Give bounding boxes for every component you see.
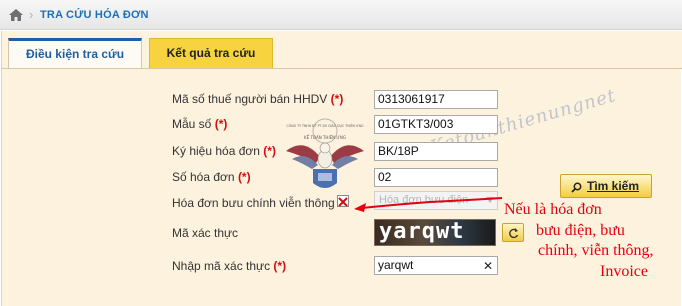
invoice-number-label-text: Số hóa đơn <box>172 170 235 184</box>
required-mark: (*) <box>330 92 344 106</box>
invoice-number-input[interactable]: 02 <box>374 168 498 187</box>
tab-search-results[interactable]: Kết quả tra cứu <box>149 38 273 69</box>
annotation-line-2: bưu điện, bưu <box>536 222 625 239</box>
annotation-arrow-icon <box>354 197 503 212</box>
serial-input[interactable]: BK/18P <box>374 142 498 161</box>
annotation-line-3: chính, viễn thông, <box>538 242 654 259</box>
required-mark: (*) <box>263 144 276 158</box>
seller-tax-code-label: Mã số thuế người bán HHDV (*) <box>172 92 343 106</box>
tab-divider <box>2 68 682 69</box>
template-code-input[interactable]: 01GTKT3/003 <box>374 115 498 134</box>
clear-input-icon[interactable]: ✕ <box>483 258 493 274</box>
required-mark: (*) <box>214 117 228 131</box>
tab-search-criteria[interactable]: Điều kiện tra cứu <box>8 38 142 69</box>
search-button-label: Tìm kiếm <box>587 179 640 193</box>
seller-tax-code-label-text: Mã số thuế người bán HHDV <box>172 92 328 106</box>
chevron-right-icon: › <box>29 7 34 22</box>
postal-invoice-checkbox[interactable] <box>337 195 349 207</box>
template-code-label-text: Mẫu số <box>172 117 212 131</box>
company-logo-eagle-icon: CÔNG TY TNHH ĐT PT DV GIÁO DỤC THIÊN ƯNG… <box>286 118 364 188</box>
serial-label-text: Ký hiệu hóa đơn <box>172 144 260 158</box>
tab-bar: Điều kiện tra cứu Kết quả tra cứu <box>2 31 682 69</box>
invoice-number-label: Số hóa đơn (*) <box>172 170 251 184</box>
captcha-input-value: yarqwt <box>378 258 414 272</box>
template-code-label: Mẫu số (*) <box>172 117 227 131</box>
captcha-input-label: Nhập mã xác thực (*) <box>172 259 286 273</box>
search-icon <box>571 182 582 193</box>
postal-invoice-label: Hóa đơn bưu chính viễn thông <box>172 196 335 210</box>
logo-bottom-text: KẾ TOÁN THIÊN ƯNG <box>304 134 346 140</box>
captcha-input-label-text: Nhập mã xác thực <box>172 259 271 273</box>
home-icon[interactable] <box>9 9 23 21</box>
refresh-icon <box>509 228 519 239</box>
logo-top-text: CÔNG TY TNHH ĐT PT DV GIÁO DỤC THIÊN ƯNG <box>287 123 364 128</box>
refresh-captcha-button[interactable] <box>502 223 524 242</box>
captcha-image: yarqwt <box>374 219 496 246</box>
page-title: TRA CỨU HÓA ĐƠN <box>40 9 149 21</box>
required-mark: (*) <box>273 259 287 273</box>
checkmark-icon <box>338 197 348 207</box>
annotation-line-4: Invoice <box>600 263 648 280</box>
seller-tax-code-input[interactable]: 0313061917 <box>374 90 498 109</box>
captcha-input[interactable]: yarqwt ✕ <box>374 256 498 275</box>
breadcrumb-bar: › TRA CỨU HÓA ĐƠN <box>0 0 682 30</box>
serial-label: Ký hiệu hóa đơn (*) <box>172 144 276 158</box>
search-button[interactable]: Tìm kiếm <box>560 174 652 198</box>
required-mark: (*) <box>237 170 251 184</box>
captcha-label: Mã xác thực <box>172 226 239 240</box>
annotation-line-1: Nếu là hóa đơn <box>504 201 602 218</box>
